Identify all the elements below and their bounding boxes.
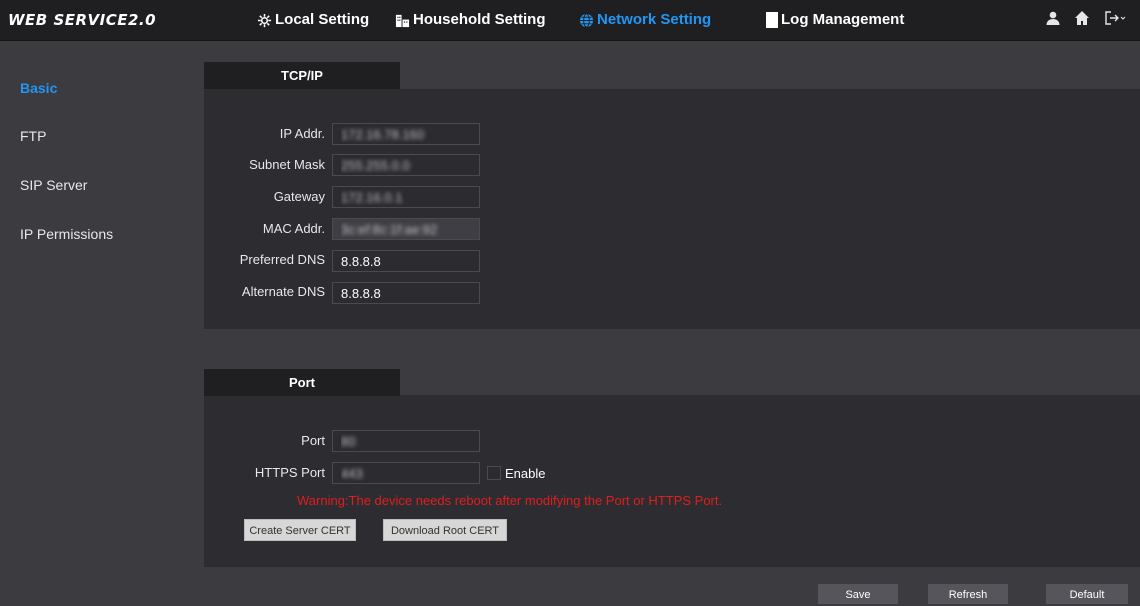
alternate-dns-label: Alternate DNS [241,284,325,299]
https-enable-label: Enable [505,466,546,481]
gateway-field[interactable] [332,186,480,208]
nav-tab-label: Local Setting [275,11,370,28]
nav-tab-household-setting[interactable]: Household Setting [395,0,546,40]
port-field[interactable] [332,430,480,452]
gateway-label: Gateway [273,189,325,204]
brand-logo: WEB SERVICE2.0 [8,11,157,29]
nav-tab-local-setting[interactable]: Local Setting [257,0,369,40]
building-icon [395,13,410,28]
port-label: Port [301,433,325,448]
subnet-mask-label: Subnet Mask [249,157,325,172]
sidebar-item-ip-permissions[interactable]: IP Permissions [20,226,113,242]
log-icon [766,12,778,29]
preferred-dns-field[interactable] [332,250,480,272]
https-enable-checkbox[interactable] [487,466,501,480]
alternate-dns-field[interactable] [332,282,480,304]
nav-tab-label: Network Setting [597,11,712,28]
mac-address-field [332,218,480,240]
subnet-mask-field[interactable] [332,154,480,176]
user-icon[interactable] [1045,10,1061,29]
sidebar-item-sip-server[interactable]: SIP Server [20,177,87,193]
globe-icon [579,13,594,28]
download-root-cert-button[interactable]: Download Root CERT [383,519,507,541]
ip-address-field[interactable] [332,123,480,145]
tab-port[interactable]: Port [204,369,400,396]
home-icon[interactable] [1074,10,1090,29]
nav-tab-log-management[interactable]: Log Management [766,0,904,40]
nav-tab-label: Log Management [781,11,905,28]
sidebar-item-ftp[interactable]: FTP [20,128,46,144]
default-button[interactable]: Default [1046,584,1128,604]
https-port-field[interactable] [332,462,480,484]
nav-tab-network-setting[interactable]: Network Setting [579,0,711,40]
top-right-toolbar [1035,10,1126,30]
port-warning-text: Warning:The device needs reboot after mo… [297,493,723,508]
create-server-cert-button[interactable]: Create Server CERT [244,519,356,541]
nav-tab-label: Household Setting [413,11,546,28]
tab-tcpip[interactable]: TCP/IP [204,62,400,89]
save-button[interactable]: Save [818,584,898,604]
sidebar-item-basic[interactable]: Basic [20,80,57,96]
https-port-label: HTTPS Port [254,465,325,480]
gear-icon [257,13,272,28]
ip-address-label: IP Addr. [279,126,325,141]
logout-icon[interactable] [1104,10,1126,29]
refresh-button[interactable]: Refresh [928,584,1008,604]
mac-address-label: MAC Addr. [262,221,325,236]
preferred-dns-label: Preferred DNS [239,252,325,267]
top-navigation-bar: WEB SERVICE2.0 Local Setting Household S… [0,0,1140,41]
